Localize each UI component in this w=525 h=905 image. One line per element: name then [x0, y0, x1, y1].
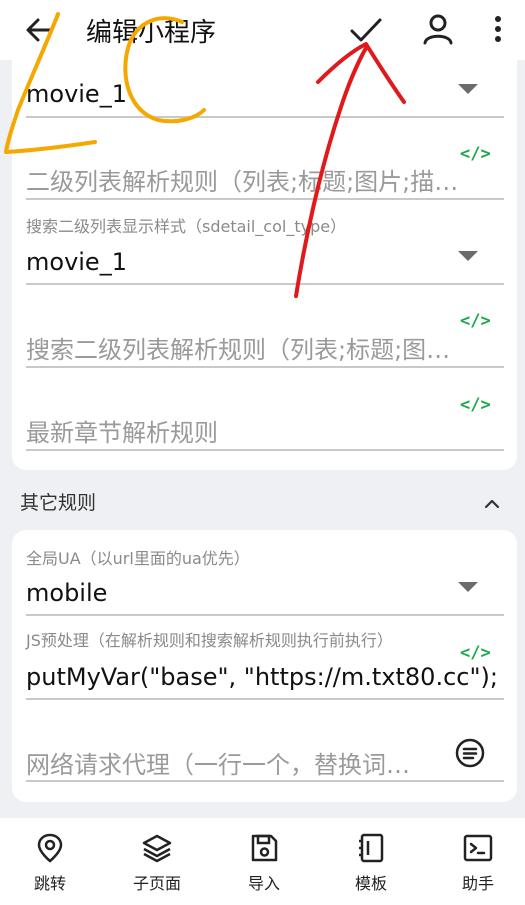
nav-import[interactable]: 导入 — [224, 832, 304, 894]
type-select[interactable]: movie_1 — [26, 80, 504, 108]
search-second-style-label: 搜索二级列表显示样式（sdetail_col_type） — [26, 217, 347, 236]
notebook-icon — [359, 833, 384, 863]
nav-label: 助手 — [461, 874, 494, 893]
proxy-field[interactable]: 网络请求代理（一行一个，替换词… — [26, 745, 504, 780]
js-preprocess-label-wrap: JS预处理（在解析规则和搜索解析规则执行前执行） — [26, 627, 504, 651]
second-list-rule-field[interactable]: 二级列表解析规则（列表;标题;图片;描… — [26, 162, 504, 197]
latest-chapter-rule-placeholder: 最新章节解析规则 — [26, 419, 218, 447]
divider — [26, 366, 504, 368]
global-ua-select[interactable]: mobile — [26, 579, 504, 607]
code-icon[interactable]: </> — [460, 144, 491, 164]
bottom-nav: 跳转 子页面 导入 模板 助手 — [0, 818, 525, 905]
global-ua-label: 全局UA（以url里面的ua优先） — [26, 549, 250, 568]
dropdown-caret-icon[interactable] — [458, 84, 478, 94]
type-select-value: movie_1 — [26, 80, 127, 108]
nav-label: 跳转 — [33, 874, 66, 893]
js-preprocess-field[interactable]: putMyVar("base", "https://m.txt80.cc"); — [26, 663, 504, 691]
proxy-placeholder: 网络请求代理（一行一个，替换词… — [26, 751, 410, 779]
search-second-style-select[interactable]: movie_1 — [26, 248, 504, 276]
global-ua-value: mobile — [26, 579, 108, 607]
nav-jump[interactable]: 跳转 — [10, 832, 90, 894]
check-icon[interactable] — [348, 12, 384, 48]
location-pin-icon — [37, 833, 63, 863]
chevron-up-icon[interactable] — [482, 494, 502, 514]
search-second-style-value: movie_1 — [26, 248, 127, 276]
arrow-left-icon[interactable] — [24, 14, 56, 46]
js-preprocess-label: JS预处理（在解析规则和搜索解析规则执行前执行） — [26, 631, 393, 650]
js-preprocess-value: putMyVar("base", "https://m.txt80.cc"); — [26, 663, 498, 691]
nav-assistant[interactable]: 助手 — [438, 832, 518, 894]
divider — [26, 198, 504, 200]
layers-icon — [142, 834, 172, 863]
divider — [26, 449, 504, 451]
nav-label: 模板 — [354, 874, 387, 893]
page-title: 编辑小程序 — [86, 18, 217, 48]
nav-subpage[interactable]: 子页面 — [117, 832, 197, 894]
code-icon[interactable]: </> — [460, 395, 491, 415]
dropdown-caret-icon[interactable] — [458, 582, 478, 592]
more-vertical-icon[interactable] — [486, 12, 510, 48]
person-icon[interactable] — [421, 12, 455, 46]
search-second-rule-placeholder: 搜索二级列表解析规则（列表;标题;图… — [26, 336, 451, 364]
code-icon[interactable]: </> — [460, 643, 491, 663]
code-icon[interactable]: </> — [460, 311, 491, 331]
divider — [26, 614, 504, 616]
dropdown-caret-icon[interactable] — [458, 251, 478, 261]
divider — [26, 283, 504, 285]
nav-label: 子页面 — [132, 874, 181, 893]
top-app-bar: 编辑小程序 — [0, 0, 525, 60]
divider — [26, 116, 504, 118]
global-ua-label-wrap: 全局UA（以url里面的ua优先） — [26, 545, 504, 569]
nav-label: 导入 — [247, 874, 280, 893]
search-second-rule-field[interactable]: 搜索二级列表解析规则（列表;标题;图… — [26, 330, 504, 365]
terminal-icon — [463, 834, 493, 862]
divider — [26, 698, 504, 700]
save-icon — [251, 834, 278, 862]
list-options-icon[interactable] — [454, 737, 486, 769]
section-title-other-rules[interactable]: 其它规则 — [20, 488, 96, 515]
search-second-style-label-wrap: 搜索二级列表显示样式（sdetail_col_type） — [26, 213, 504, 237]
nav-template[interactable]: 模板 — [331, 832, 411, 894]
second-list-rule-placeholder: 二级列表解析规则（列表;标题;图片;描… — [26, 168, 459, 196]
latest-chapter-rule-field[interactable]: 最新章节解析规则 — [26, 413, 504, 448]
divider — [26, 780, 504, 782]
